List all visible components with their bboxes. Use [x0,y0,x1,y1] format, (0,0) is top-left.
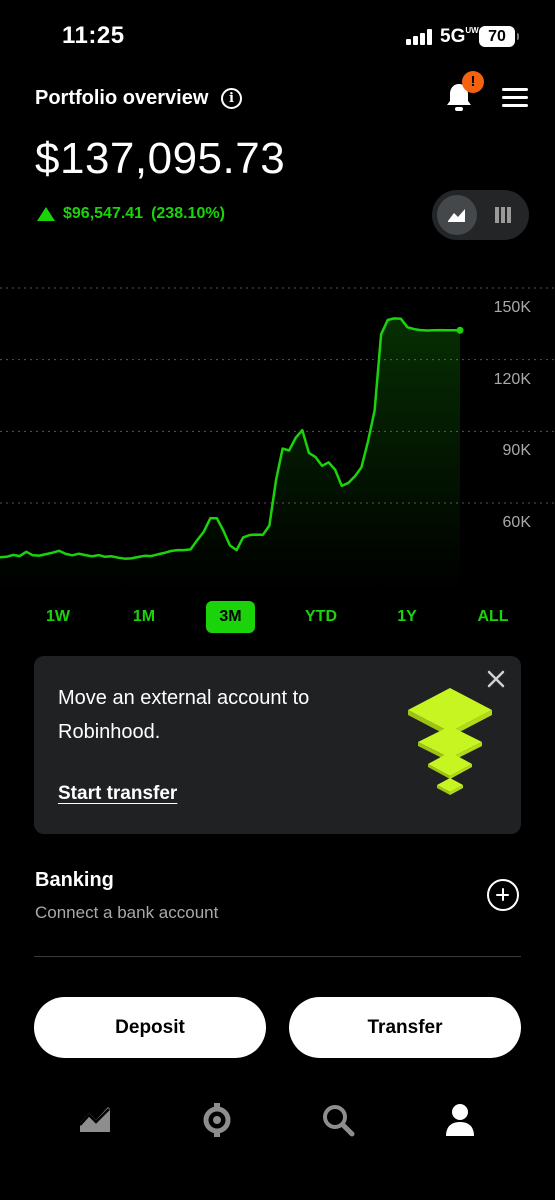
status-bar: 11:25 5GUW 70 [0,0,555,72]
chart-view-toggle[interactable] [432,190,529,240]
range-tab-1y[interactable]: 1Y [386,601,428,633]
layers-illustration-icon [404,686,496,802]
start-transfer-link[interactable]: Start transfer [58,783,177,805]
time-range-tabs: 1W 1M 3M YTD 1Y ALL [0,601,555,635]
banking-title: Banking [35,869,114,891]
battery-icon: 70 [479,26,519,47]
y-tick-label: 60K [502,514,531,531]
transfer-promo-card: Move an external account to Robinhood. S… [34,656,521,834]
chart-area [0,318,460,590]
candlestick-view-button[interactable] [483,195,523,235]
divider [34,956,521,957]
transfer-button[interactable]: Transfer [289,997,521,1058]
promo-text: Move an external account to Robinhood. [58,687,310,743]
y-tick-label: 120K [493,370,531,388]
portfolio-chart[interactable]: 150K 120K 90K 60K [0,270,555,590]
portfolio-balance: $137,095.73 [35,134,286,183]
portfolio-change: $96,547.41 (238.10%) [37,205,225,223]
connect-bank-account-link[interactable]: Connect a bank account [35,903,218,923]
crypto-icon[interactable] [197,1100,237,1140]
up-arrow-icon [37,207,55,221]
candlestick-icon [495,207,511,223]
deposit-button[interactable]: Deposit [34,997,266,1058]
info-icon[interactable]: i [221,88,242,109]
chart-svg [0,287,555,590]
y-tick-label: 150K [493,299,531,316]
range-tab-1w[interactable]: 1W [36,601,80,633]
notification-badge: ! [462,71,484,93]
bottom-nav [0,1090,555,1160]
investing-chart-icon[interactable] [75,1100,115,1140]
range-tab-1m[interactable]: 1M [121,601,167,633]
line-chart-view-button[interactable] [437,195,477,235]
range-tab-3m[interactable]: 3M [206,601,255,633]
network-indicator: 5GUW [440,25,479,47]
y-tick-label: 90K [502,442,531,460]
range-tab-all[interactable]: ALL [470,601,516,633]
line-chart-icon [448,209,465,222]
add-bank-icon[interactable] [487,879,519,911]
change-percent: (238.10%) [151,205,225,222]
chart-end-dot [456,326,464,334]
status-time: 11:25 [62,22,125,49]
page-title: Portfolio overview [35,87,209,109]
account-icon[interactable] [440,1100,480,1140]
signal-icon [406,29,436,45]
menu-icon[interactable] [502,88,528,108]
range-tab-ytd[interactable]: YTD [296,601,346,633]
change-amount: $96,547.41 [63,205,144,222]
search-icon[interactable] [318,1100,358,1140]
